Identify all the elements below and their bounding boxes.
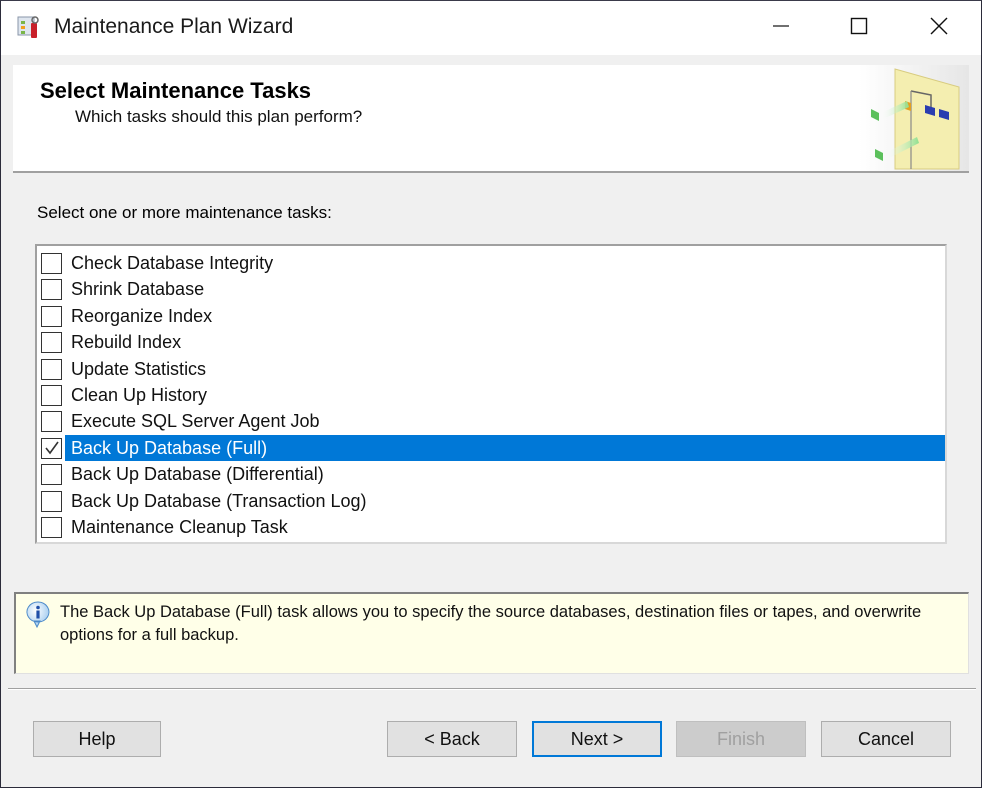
wizard-app-icon — [16, 15, 42, 41]
task-label[interactable]: Check Database Integrity — [65, 250, 945, 276]
task-checkbox[interactable] — [41, 253, 62, 274]
task-list-item[interactable]: Rebuild Index — [37, 329, 945, 355]
task-list-item[interactable]: Back Up Database (Differential) — [37, 461, 945, 487]
info-icon — [24, 600, 52, 629]
finish-button: Finish — [676, 721, 806, 757]
task-checkbox[interactable] — [41, 384, 62, 406]
task-label[interactable]: Rebuild Index — [65, 329, 945, 355]
maintenance-task-list[interactable]: Check Database Integrity Shrink Database R… — [35, 244, 947, 544]
task-checkbox[interactable] — [41, 332, 62, 354]
close-button[interactable] — [899, 1, 979, 55]
task-checkbox[interactable] — [41, 279, 62, 301]
task-description-panel: The Back Up Database (Full) task allows … — [14, 592, 969, 674]
next-button[interactable]: Next > — [532, 721, 662, 757]
wizard-header: Select Maintenance Tasks Which tasks sho… — [13, 65, 969, 173]
task-list-item[interactable]: Check Database Integrity — [37, 250, 945, 276]
page-title: Select Maintenance Tasks — [40, 78, 312, 103]
footer-divider — [8, 688, 976, 690]
minimize-icon — [772, 17, 790, 40]
task-label[interactable]: Clean Up History — [65, 382, 945, 408]
window-title: Maintenance Plan Wizard — [54, 15, 294, 38]
task-description-text: The Back Up Database (Full) task allows … — [60, 603, 922, 644]
task-prompt-label: Select one or more maintenance tasks: — [37, 203, 332, 222]
close-icon — [930, 17, 948, 40]
title-bar[interactable]: Maintenance Plan Wizard — [1, 1, 981, 55]
task-list-item[interactable]: Clean Up History — [37, 382, 945, 408]
cancel-button[interactable]: Cancel — [821, 721, 951, 757]
maximize-button[interactable] — [819, 1, 899, 55]
task-checkbox[interactable] — [41, 437, 62, 459]
task-label[interactable]: Update Statistics — [65, 356, 945, 382]
task-checkbox[interactable] — [41, 516, 62, 538]
task-list-item[interactable]: Update Statistics — [37, 356, 945, 382]
task-label[interactable]: Back Up Database (Full) — [65, 434, 945, 462]
task-list-item[interactable]: Reorganize Index — [37, 303, 945, 329]
task-label[interactable]: Back Up Database (Differential) — [65, 461, 945, 487]
task-checkbox[interactable] — [41, 358, 62, 380]
task-label[interactable]: Shrink Database — [65, 276, 945, 302]
task-checkbox[interactable] — [41, 411, 62, 433]
checkmark-icon — [44, 441, 59, 455]
task-list-item[interactable]: Back Up Database (Transaction Log) — [37, 488, 945, 514]
task-label[interactable]: Execute SQL Server Agent Job — [65, 408, 945, 434]
task-label[interactable]: Maintenance Cleanup Task — [65, 514, 945, 540]
task-checkbox[interactable] — [41, 490, 62, 512]
page-subtitle: Which tasks should this plan perform? — [75, 107, 363, 126]
help-button[interactable]: Help — [33, 721, 161, 757]
maximize-icon — [850, 17, 868, 40]
task-list-item[interactable]: Shrink Database — [37, 276, 945, 302]
maintenance-plan-graphic-icon — [859, 65, 969, 171]
task-label[interactable]: Back Up Database (Transaction Log) — [65, 488, 945, 514]
wizard-window: Maintenance Plan Wizard Select Maintenan… — [0, 0, 982, 788]
back-button[interactable]: < Back — [387, 721, 517, 757]
task-list-item[interactable]: Maintenance Cleanup Task — [37, 514, 945, 540]
minimize-button[interactable] — [741, 1, 821, 55]
task-checkbox[interactable] — [41, 305, 62, 327]
task-list-item[interactable]: Back Up Database (Full) — [37, 434, 945, 462]
task-list-item[interactable]: Execute SQL Server Agent Job — [37, 408, 945, 434]
task-label[interactable]: Reorganize Index — [65, 303, 945, 329]
task-checkbox[interactable] — [41, 464, 62, 486]
